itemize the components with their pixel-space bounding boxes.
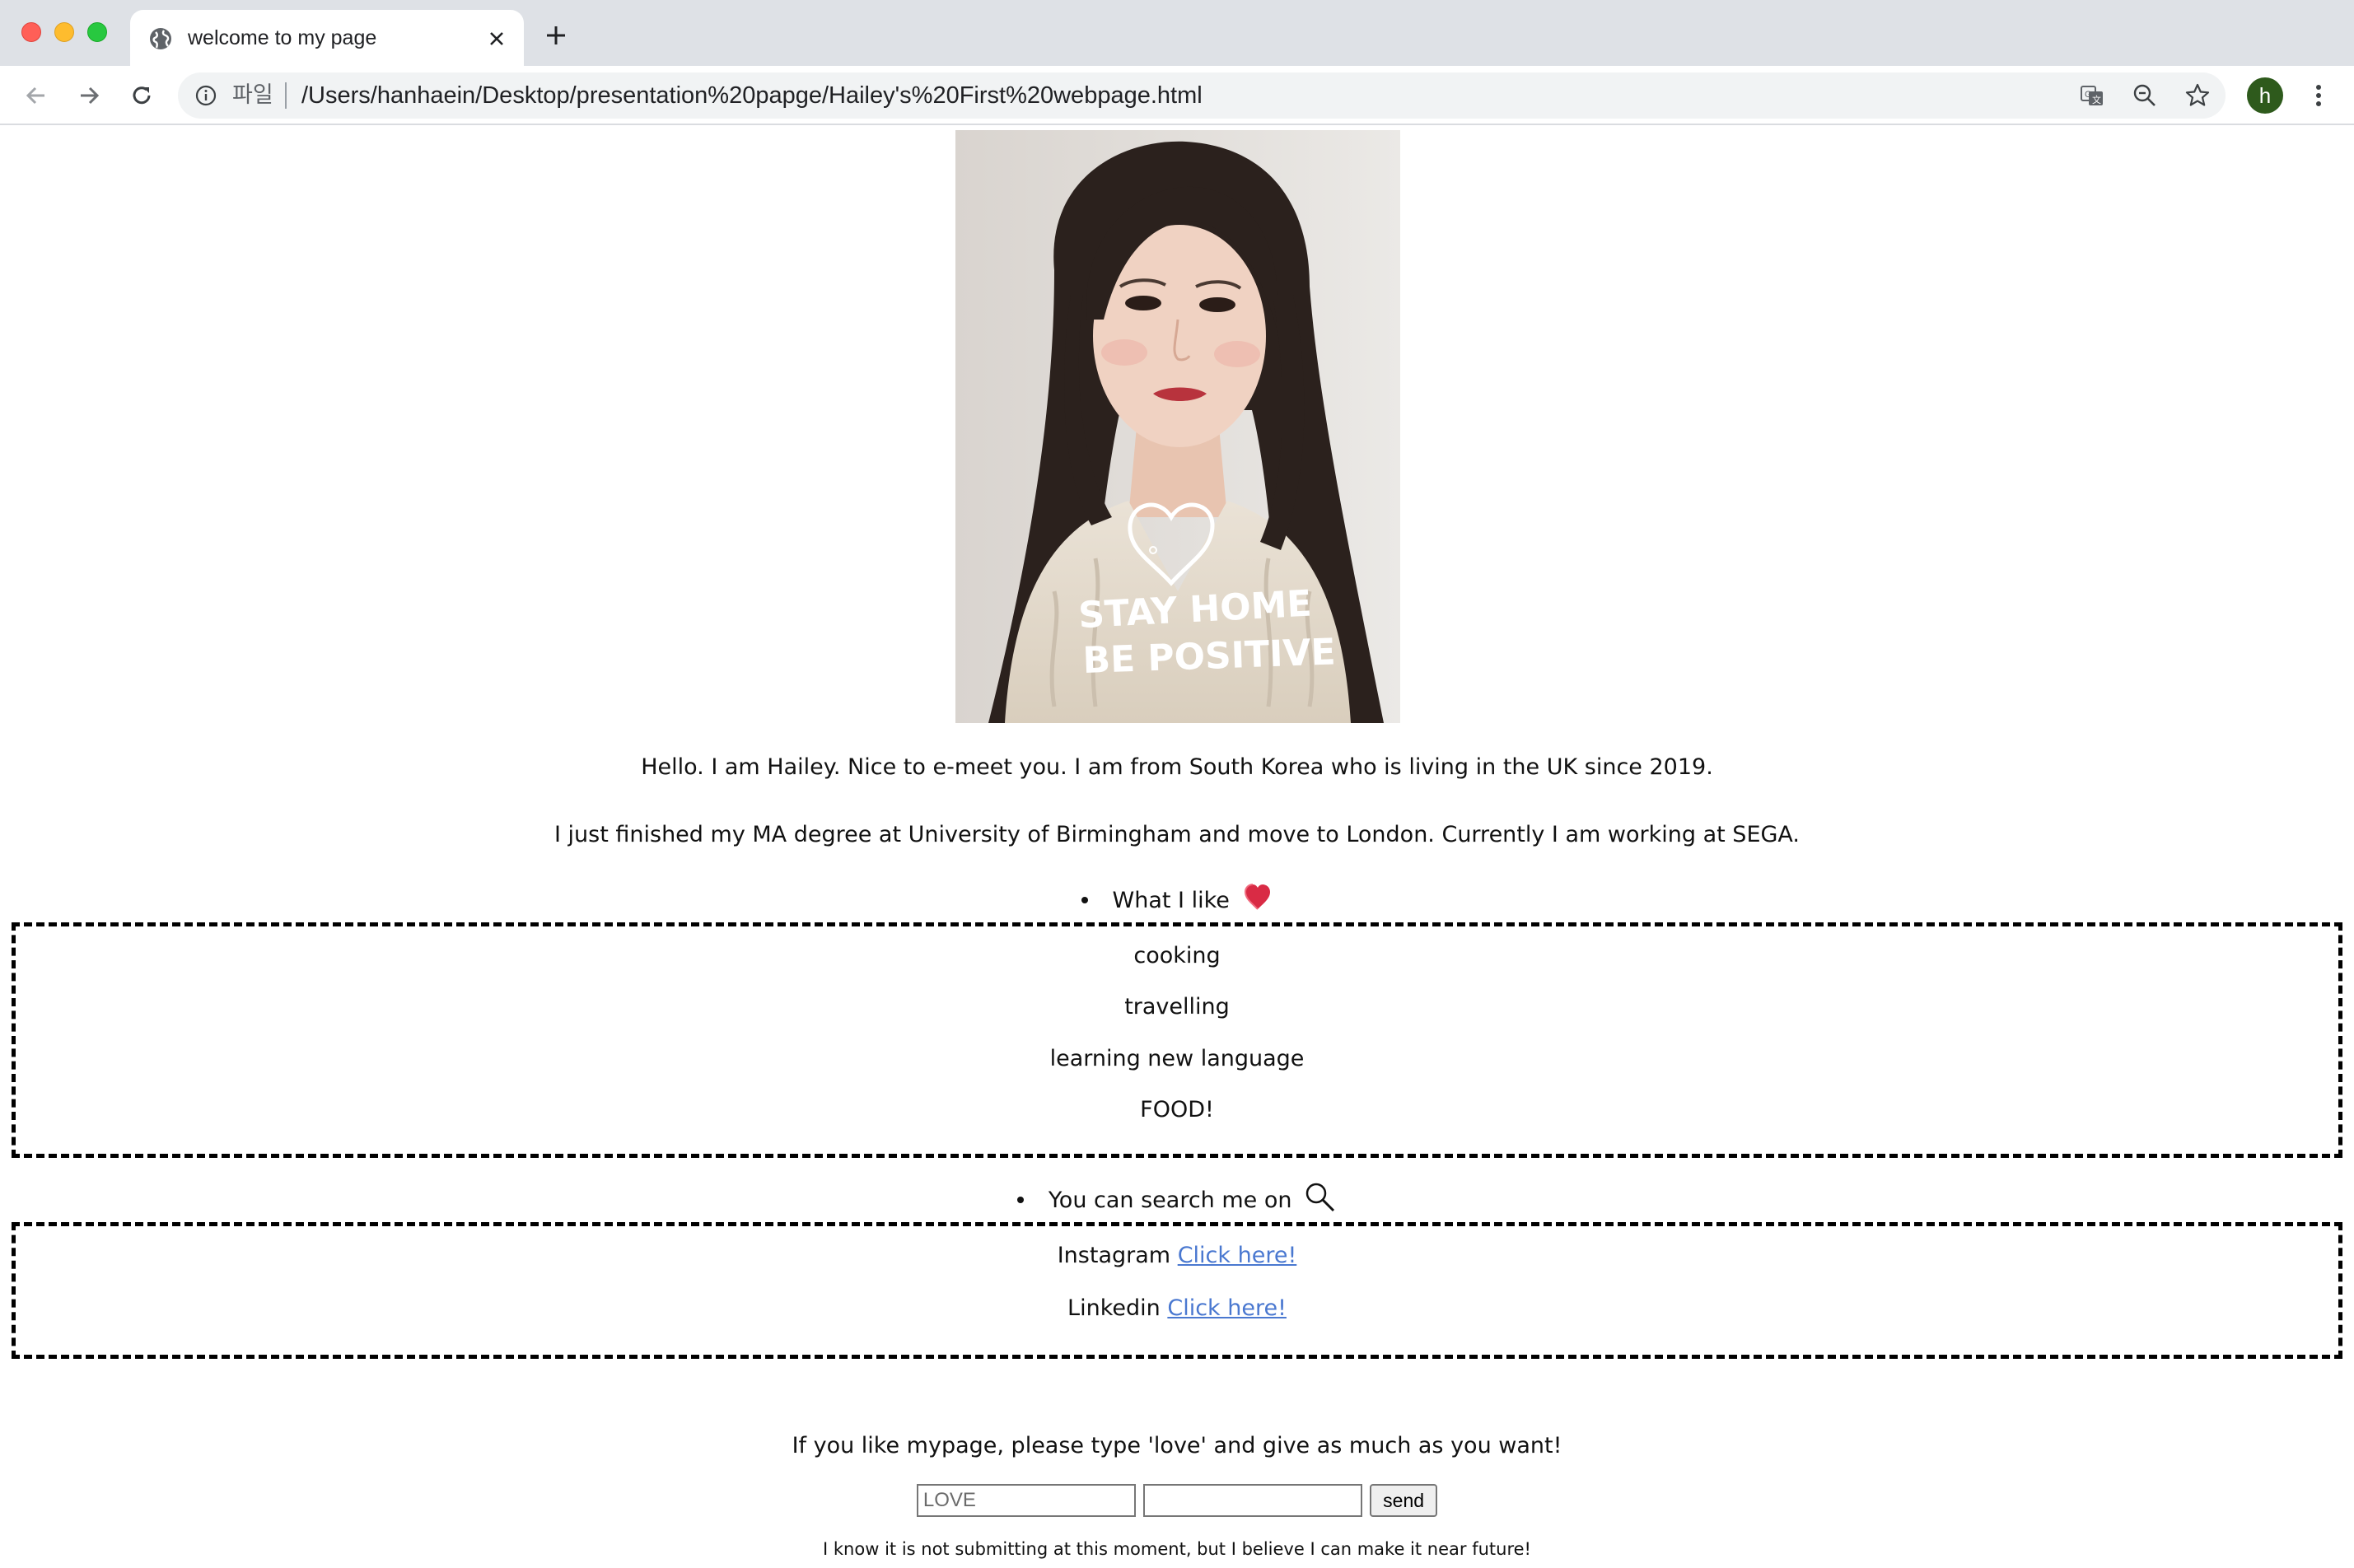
translate-icon[interactable]: G 文 [2079, 82, 2105, 109]
likes-heading-text: What I like [1112, 888, 1230, 913]
svg-text:G: G [2085, 90, 2092, 100]
svg-text:文: 文 [2092, 94, 2101, 105]
close-icon[interactable] [484, 26, 509, 51]
like-item: learning new language [1049, 1046, 1305, 1071]
likes-heading: What I like [0, 884, 2354, 917]
svg-text:BE POSITIVE: BE POSITIVE [1082, 631, 1337, 682]
reload-icon[interactable] [127, 81, 156, 110]
window-close-button[interactable] [21, 22, 41, 42]
linkedin-link[interactable]: Click here! [1167, 1295, 1287, 1321]
active-tab[interactable]: welcome to my page [130, 10, 524, 66]
linkedin-row: Linkedin Click here! [16, 1292, 2338, 1325]
instagram-link[interactable]: Click here! [1178, 1243, 1297, 1268]
love-form: LOVE send [0, 1484, 2354, 1517]
instagram-label: Instagram [1057, 1243, 1171, 1268]
browser-toolbar: 파일 /Users/hanhaein/Desktop/presentation%… [0, 66, 2354, 125]
globe-icon [150, 28, 171, 49]
menu-icon[interactable] [2306, 81, 2331, 110]
search-heading: You can search me on [0, 1183, 2354, 1217]
scheme-label: 파일 [232, 82, 273, 108]
love-prompt: If you like mypage, please type 'love' a… [792, 1433, 1562, 1458]
bullet-dot [1016, 1196, 1024, 1203]
address-bar[interactable]: 파일 /Users/hanhaein/Desktop/presentation%… [178, 72, 2226, 119]
profile-avatar[interactable]: h [2247, 77, 2283, 114]
love-input[interactable]: LOVE [916, 1484, 1136, 1517]
heart-icon [1245, 884, 1271, 910]
info-icon[interactable] [194, 84, 217, 107]
zoom-out-icon[interactable] [2132, 82, 2158, 109]
address-separator [285, 82, 287, 109]
footnote: I know it is not submitting at this mome… [823, 1539, 1531, 1559]
tab-title: welcome to my page [188, 26, 377, 49]
search-heading-text: You can search me on [1048, 1188, 1292, 1213]
plus-icon[interactable] [544, 23, 568, 48]
like-item: cooking [1133, 943, 1221, 968]
instagram-row: Instagram Click here! [16, 1239, 2338, 1272]
forward-icon[interactable] [74, 81, 104, 110]
tab-strip: welcome to my page [0, 0, 2354, 66]
love-amount-input[interactable] [1143, 1484, 1362, 1517]
linkedin-label: Linkedin [1067, 1295, 1161, 1321]
likes-box: cooking travelling learning new language… [12, 922, 2342, 1158]
window-zoom-button[interactable] [87, 22, 107, 42]
profile-photo: STAY HOME BE POSITIVE [955, 130, 1400, 723]
intro-paragraph-1: Hello. I am Hailey. Nice to e-meet you. … [641, 754, 1713, 780]
like-item: FOOD! [1140, 1097, 1214, 1122]
url-text[interactable]: /Users/hanhaein/Desktop/presentation%20p… [301, 79, 1203, 112]
like-item: travelling [1124, 994, 1230, 1020]
search-box: Instagram Click here! Linkedin Click her… [12, 1222, 2342, 1359]
bullet-dot [1081, 896, 1088, 903]
magnifier-icon [1305, 1183, 1335, 1212]
back-icon[interactable] [21, 81, 51, 110]
page-content: STAY HOME BE POSITIVE Hello. I am Hailey… [0, 127, 2354, 1568]
star-icon[interactable] [2184, 82, 2211, 109]
send-button[interactable]: send [1370, 1484, 1438, 1517]
intro-paragraph-2: I just finished my MA degree at Universi… [553, 822, 1800, 847]
window-minimize-button[interactable] [54, 22, 74, 42]
